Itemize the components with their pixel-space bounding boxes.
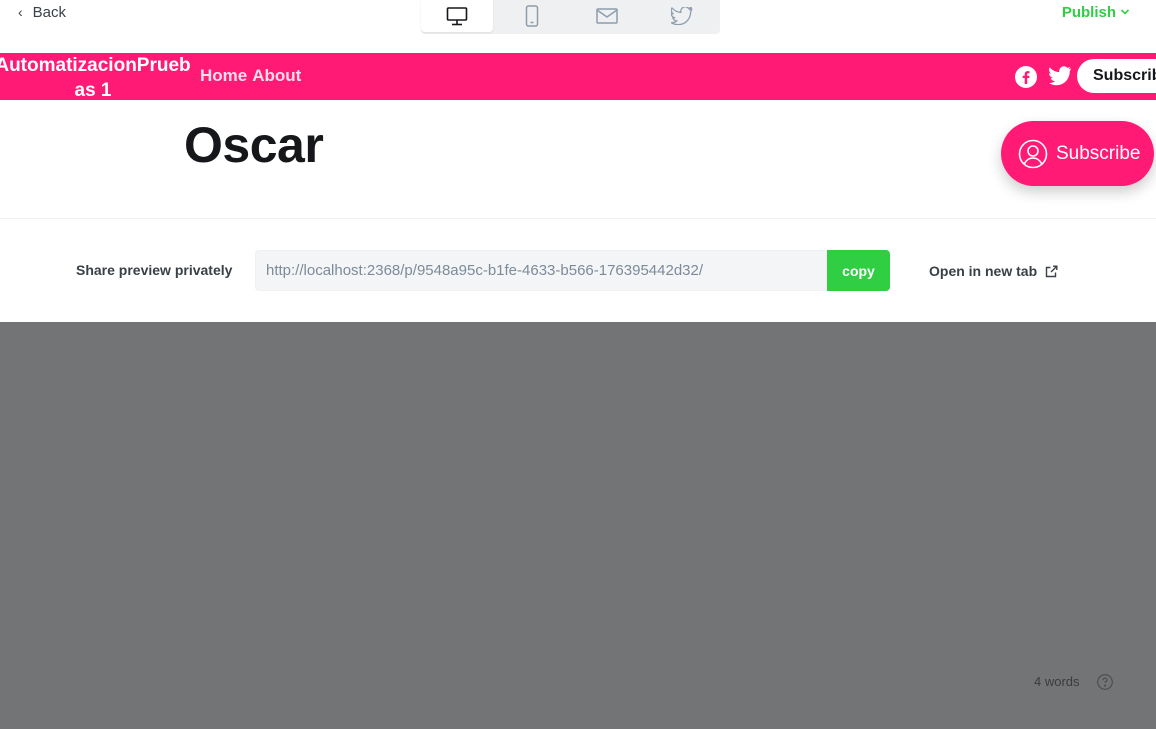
- help-icon[interactable]: [1097, 674, 1113, 690]
- publish-label: Publish: [1061, 3, 1116, 21]
- open-in-new-tab-label: Open in new tab: [929, 263, 1038, 279]
- mobile-phone-icon: [525, 5, 539, 27]
- site-header: AutomatizacionPrueb as 1 Home About Subs…: [0, 53, 1156, 103]
- user-circle-icon: [1018, 139, 1048, 168]
- header-subscribe-button[interactable]: Subscribe: [1077, 59, 1156, 93]
- share-preview-label: Share preview privately: [76, 262, 233, 278]
- open-in-new-tab-link[interactable]: Open in new tab: [929, 263, 1058, 279]
- twitter-preview-button[interactable]: [646, 0, 718, 32]
- preview-mode-toggle: [421, 0, 720, 34]
- copy-button[interactable]: copy: [827, 250, 890, 291]
- desktop-icon: [446, 7, 468, 26]
- site-nav: Home About: [200, 66, 301, 86]
- back-label: Back: [32, 3, 67, 21]
- portal-subscribe-label: Subscribe: [1056, 142, 1141, 164]
- site-title[interactable]: AutomatizacionPrueb as 1: [0, 53, 198, 103]
- email-preview-button[interactable]: [571, 0, 643, 32]
- mobile-preview-button[interactable]: [496, 0, 568, 32]
- chevron-left-icon: ‹: [18, 4, 23, 20]
- mail-icon: [596, 8, 618, 24]
- desktop-preview-button[interactable]: [421, 0, 493, 32]
- word-count: 4 words: [1034, 674, 1080, 689]
- editor-topbar: ‹ Back Publish: [0, 0, 1156, 53]
- chevron-down-icon: [1120, 9, 1130, 15]
- nav-about[interactable]: About: [252, 66, 301, 86]
- post-title: Oscar: [184, 117, 324, 173]
- back-button[interactable]: ‹ Back: [18, 3, 66, 21]
- facebook-icon[interactable]: [1015, 66, 1037, 88]
- twitter-bird-icon: [671, 7, 693, 25]
- external-link-icon: [1045, 265, 1058, 277]
- nav-home[interactable]: Home: [200, 66, 247, 86]
- share-preview-bar: Share preview privately copy Open in new…: [0, 219, 1156, 322]
- publish-dropdown[interactable]: Publish: [1062, 3, 1130, 21]
- header-subscribe-label: Subscribe: [1093, 67, 1156, 84]
- post-preview: Oscar Subscribe: [0, 100, 1156, 219]
- share-url-field[interactable]: [255, 250, 827, 291]
- twitter-icon[interactable]: [1049, 66, 1072, 86]
- portal-subscribe-button[interactable]: Subscribe: [1001, 121, 1154, 186]
